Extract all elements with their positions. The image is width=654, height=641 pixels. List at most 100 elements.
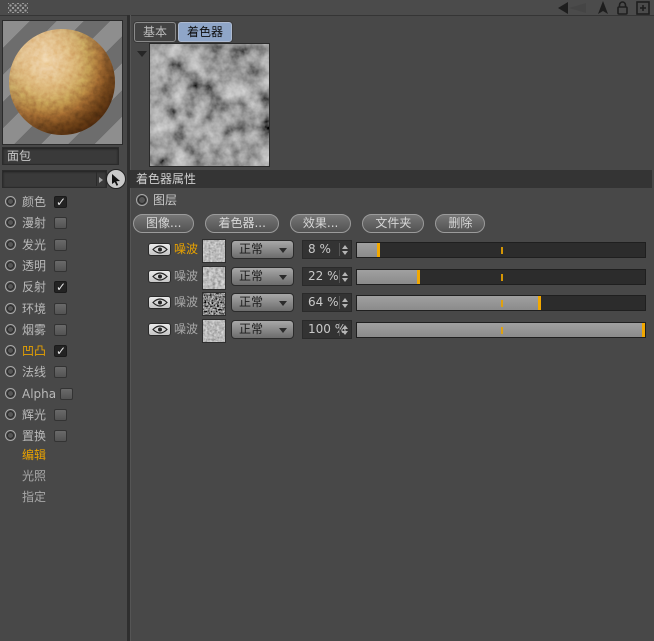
layers-radio-icon[interactable] bbox=[136, 194, 148, 206]
channel-label[interactable]: Alpha bbox=[22, 387, 56, 402]
channel-checkbox[interactable] bbox=[54, 324, 67, 336]
shader-button[interactable]: 着色器... bbox=[205, 214, 279, 233]
layer-visibility-button[interactable] bbox=[148, 296, 171, 309]
channel-row-bump[interactable]: 凹凸 bbox=[0, 344, 127, 359]
channel-checkbox[interactable] bbox=[60, 388, 73, 400]
section-assign[interactable]: 指定 bbox=[22, 490, 46, 505]
channel-label[interactable]: 凹凸 bbox=[22, 344, 46, 359]
layer-name[interactable]: 噪波 bbox=[174, 242, 198, 257]
material-name-input[interactable]: 面包 bbox=[2, 147, 119, 165]
section-edit[interactable]: 编辑 bbox=[22, 448, 46, 463]
pointer-up-icon[interactable] bbox=[597, 0, 609, 15]
channel-radio-icon[interactable] bbox=[5, 239, 16, 250]
section-illumination[interactable]: 光照 bbox=[22, 469, 46, 484]
channel-label[interactable]: 颜色 bbox=[22, 195, 46, 210]
stepper-arrows-icon[interactable] bbox=[339, 243, 349, 256]
channel-checkbox[interactable] bbox=[54, 239, 67, 251]
channel-radio-icon[interactable] bbox=[5, 196, 16, 207]
effect-button[interactable]: 效果... bbox=[289, 214, 352, 233]
material-preview[interactable] bbox=[2, 20, 123, 145]
channel-checkbox[interactable] bbox=[54, 195, 67, 209]
channel-row-reflection[interactable]: 反射 bbox=[0, 280, 127, 295]
blend-mode-select[interactable]: 正常 bbox=[231, 320, 294, 339]
channel-label[interactable]: 发光 bbox=[22, 238, 46, 253]
channel-label[interactable]: 漫射 bbox=[22, 216, 46, 231]
opacity-slider[interactable] bbox=[356, 295, 646, 311]
channel-checkbox[interactable] bbox=[54, 303, 67, 315]
channel-row-diffuse[interactable]: 漫射 bbox=[0, 216, 127, 231]
picker-expand-icon[interactable] bbox=[99, 177, 103, 183]
folder-button[interactable]: 文件夹 bbox=[362, 214, 425, 233]
channel-checkbox[interactable] bbox=[54, 344, 67, 358]
opacity-spinbox[interactable]: 100 % bbox=[302, 320, 352, 339]
lock-icon[interactable] bbox=[616, 0, 629, 15]
channel-label[interactable]: 法线 bbox=[22, 365, 46, 380]
opacity-spinbox[interactable]: 64 % bbox=[302, 293, 352, 312]
channel-radio-icon[interactable] bbox=[5, 430, 16, 441]
new-panel-icon[interactable] bbox=[636, 0, 650, 15]
channel-row-color[interactable]: 颜色 bbox=[0, 195, 127, 210]
slider-handle[interactable] bbox=[538, 296, 542, 310]
layer-visibility-button[interactable] bbox=[148, 243, 171, 256]
blend-mode-select[interactable]: 正常 bbox=[231, 240, 294, 259]
channel-radio-icon[interactable] bbox=[5, 366, 16, 377]
blend-mode-select[interactable]: 正常 bbox=[231, 267, 294, 286]
opacity-spinbox[interactable]: 8 % bbox=[302, 240, 352, 259]
shader-picker-input[interactable] bbox=[2, 170, 107, 188]
channel-checkbox[interactable] bbox=[54, 409, 67, 421]
preview-collapse-icon[interactable] bbox=[137, 51, 147, 57]
channel-row-displacement[interactable]: 置换 bbox=[0, 429, 127, 444]
layer-thumbnail[interactable] bbox=[202, 319, 226, 343]
channel-label[interactable]: 置换 bbox=[22, 429, 46, 444]
delete-button[interactable]: 删除 bbox=[435, 214, 486, 233]
channel-row-luminance[interactable]: 发光 bbox=[0, 238, 127, 253]
stepper-arrows-icon[interactable] bbox=[339, 323, 349, 336]
channel-checkbox[interactable] bbox=[54, 430, 67, 442]
stepper-arrows-icon[interactable] bbox=[339, 270, 349, 283]
layer-thumbnail[interactable] bbox=[202, 292, 226, 316]
channel-row-normal[interactable]: 法线 bbox=[0, 365, 127, 380]
tab-shader[interactable]: 着色器 bbox=[178, 22, 233, 42]
image-button[interactable]: 图像... bbox=[133, 214, 195, 233]
opacity-slider[interactable] bbox=[356, 269, 646, 285]
channel-label[interactable]: 环境 bbox=[22, 302, 46, 317]
shader-texture-preview[interactable] bbox=[149, 43, 270, 167]
channel-checkbox[interactable] bbox=[54, 260, 67, 272]
channel-label[interactable]: 烟雾 bbox=[22, 323, 46, 338]
opacity-slider[interactable] bbox=[356, 242, 646, 258]
layer-thumbnail[interactable] bbox=[202, 239, 226, 263]
stepper-arrows-icon[interactable] bbox=[339, 296, 349, 309]
channel-checkbox[interactable] bbox=[54, 366, 67, 378]
channel-radio-icon[interactable] bbox=[5, 345, 16, 356]
channel-checkbox[interactable] bbox=[54, 217, 67, 229]
opacity-spinbox[interactable]: 22 % bbox=[302, 267, 352, 286]
layer-name[interactable]: 噪波 bbox=[174, 322, 198, 337]
layer-name[interactable]: 噪波 bbox=[174, 295, 198, 310]
channel-radio-icon[interactable] bbox=[5, 217, 16, 228]
channel-radio-icon[interactable] bbox=[5, 388, 16, 399]
channel-radio-icon[interactable] bbox=[5, 409, 16, 420]
channel-row-fog[interactable]: 烟雾 bbox=[0, 323, 127, 338]
opacity-slider[interactable] bbox=[356, 322, 646, 338]
channel-row-transparency[interactable]: 透明 bbox=[0, 259, 127, 274]
channel-radio-icon[interactable] bbox=[5, 303, 16, 314]
channel-radio-icon[interactable] bbox=[5, 324, 16, 335]
channel-radio-icon[interactable] bbox=[5, 281, 16, 292]
drag-grip-icon[interactable] bbox=[8, 3, 28, 13]
slider-handle[interactable] bbox=[377, 243, 381, 257]
channel-row-glow[interactable]: 辉光 bbox=[0, 408, 127, 423]
layer-thumbnail[interactable] bbox=[202, 266, 226, 290]
channel-radio-icon[interactable] bbox=[5, 260, 16, 271]
channel-label[interactable]: 透明 bbox=[22, 259, 46, 274]
layer-name[interactable]: 噪波 bbox=[174, 269, 198, 284]
channel-row-environment[interactable]: 环境 bbox=[0, 302, 127, 317]
channel-label[interactable]: 辉光 bbox=[22, 408, 46, 423]
channel-checkbox[interactable] bbox=[54, 280, 67, 294]
panel-divider[interactable] bbox=[127, 15, 131, 641]
slider-handle[interactable] bbox=[642, 323, 645, 337]
back-arrow-icon[interactable] bbox=[556, 1, 590, 15]
channel-label[interactable]: 反射 bbox=[22, 280, 46, 295]
tab-basic[interactable]: 基本 bbox=[134, 22, 177, 42]
pick-material-button[interactable] bbox=[106, 169, 126, 189]
blend-mode-select[interactable]: 正常 bbox=[231, 293, 294, 312]
